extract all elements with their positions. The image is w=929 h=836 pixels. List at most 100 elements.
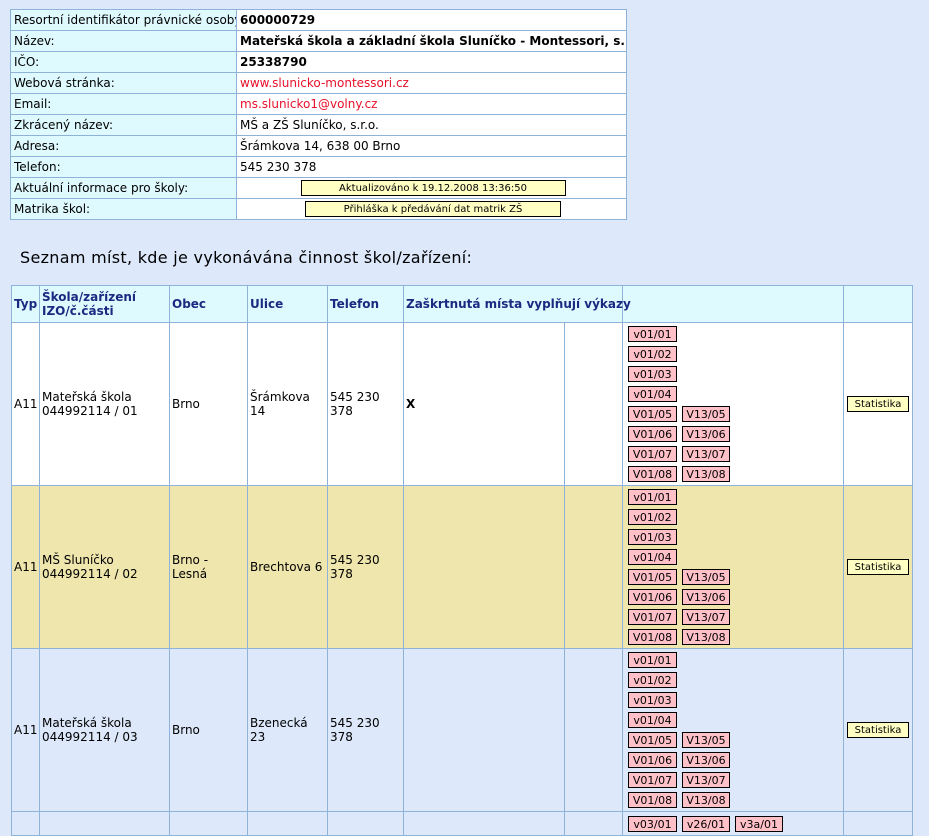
site-mark [403, 485, 565, 649]
report-form-button[interactable]: V01/08 [628, 792, 677, 808]
col-skola-line1: Škola/zařízení [42, 290, 137, 304]
info-label: Název: [10, 30, 237, 52]
report-form-button[interactable]: V13/08 [682, 466, 730, 482]
report-form-button[interactable]: v01/04 [628, 712, 677, 728]
updated-info-button[interactable]: Aktualizováno k 19.12.2008 13:36:50 [300, 180, 566, 196]
sites-table: Typ Škola/zařízení IZO/č.části Obec Ulic… [11, 285, 913, 836]
info-label: Email: [10, 93, 237, 115]
site-izo: 044992114 / 03 [42, 730, 138, 744]
info-row: Aktuální informace pro školy: Aktualizová… [10, 177, 627, 199]
report-form-button[interactable]: v01/02 [628, 346, 677, 362]
site-ulice: Bzenecká 23 [247, 648, 328, 812]
report-form-button[interactable]: v3a/01 [735, 816, 783, 832]
report-form-button[interactable]: V01/07 [628, 609, 677, 625]
registry-application-button[interactable]: Přihláška k předávání dat matrik ZŠ [305, 201, 561, 217]
report-form-button[interactable]: V13/05 [682, 732, 730, 748]
site-obec: Brno [169, 648, 248, 812]
statistika-button[interactable]: Statistika [847, 559, 909, 575]
info-value: Mateřská škola a základní škola Sluníčko… [240, 34, 627, 48]
info-row: Email: ms.slunicko1@volny.cz [10, 93, 627, 115]
site-school-name: Mateřská škola [42, 716, 132, 730]
report-form-button[interactable]: V01/08 [628, 629, 677, 645]
report-form-button[interactable]: V01/07 [628, 772, 677, 788]
report-form-button[interactable]: v01/03 [628, 529, 677, 545]
info-value: MŠ a ZŠ Sluníčko, s.r.o. [240, 118, 379, 132]
site-forms: v01/01 v01/02 v01/03 v01/04 V01/05 V13/05 V01/… [622, 648, 844, 812]
report-form-button[interactable]: V13/05 [682, 406, 730, 422]
report-form-button[interactable]: V01/05 [628, 569, 677, 585]
report-form-button[interactable]: V01/06 [628, 589, 677, 605]
site-school: Mateřská škola 044992114 / 01 [39, 322, 170, 486]
col-typ: Typ [11, 285, 40, 323]
report-form-button[interactable]: v01/03 [628, 692, 677, 708]
report-form-button[interactable]: V13/07 [682, 772, 730, 788]
site-school: MŠ Sluníčko 044992114 / 02 [39, 485, 170, 649]
col-skola: Škola/zařízení IZO/č.části [39, 285, 170, 323]
report-form-button[interactable]: V13/06 [682, 752, 730, 768]
report-form-button[interactable]: v01/04 [628, 549, 677, 565]
report-form-button[interactable]: V13/07 [682, 446, 730, 462]
report-form-button[interactable]: V01/07 [628, 446, 677, 462]
info-label: Resortní identifikátor právnické osoby: [10, 9, 237, 31]
report-form-button[interactable]: V13/08 [682, 629, 730, 645]
report-form-button[interactable]: v01/01 [628, 326, 677, 342]
site-empty-cell [564, 648, 623, 812]
statistika-button[interactable]: Statistika [847, 396, 909, 412]
site-stat-cell: Statistika [843, 648, 913, 812]
info-row: IČO: 25338790 [10, 51, 627, 73]
report-form-button[interactable]: V01/05 [628, 732, 677, 748]
info-label: Telefon: [10, 156, 237, 178]
report-form-button[interactable]: V01/06 [628, 426, 677, 442]
report-form-button[interactable]: v01/02 [628, 672, 677, 688]
info-row: Matrika škol: Přihláška k předávání dat m… [10, 198, 627, 220]
report-form-button[interactable]: V01/05 [628, 406, 677, 422]
report-form-button[interactable]: v01/01 [628, 489, 677, 505]
site-typ: A11 [11, 322, 40, 486]
info-value-cell: Mateřská škola a základní škola Sluníčko… [236, 30, 627, 52]
info-row: Resortní identifikátor právnické osoby: 6… [10, 9, 627, 31]
site-obec: Brno - Lesná [169, 485, 248, 649]
organization-info-table: Resortní identifikátor právnické osoby: 6… [10, 9, 627, 220]
site-ulice: Brechtova 6 [247, 485, 328, 649]
report-form-button[interactable]: v26/01 [682, 816, 730, 832]
site-empty-cell [564, 322, 623, 486]
site-telefon: 545 230 378 [327, 648, 404, 812]
report-form-button[interactable]: V01/06 [628, 752, 677, 768]
info-value: Šrámkova 14, 638 00 Brno [240, 139, 401, 153]
report-form-button[interactable]: V01/08 [628, 466, 677, 482]
report-form-button[interactable]: V13/07 [682, 609, 730, 625]
statistika-button[interactable]: Statistika [847, 722, 909, 738]
info-value: 545 230 378 [240, 160, 317, 174]
info-value-cell: Aktualizováno k 19.12.2008 13:36:50 [236, 177, 627, 199]
info-row: Název: Mateřská škola a základní škola Sl… [10, 30, 627, 52]
report-form-button[interactable]: V13/05 [682, 569, 730, 585]
report-form-button[interactable]: v03/01 [628, 816, 677, 832]
site-school-name: Mateřská škola [42, 390, 132, 404]
table-row: A11 MŠ Sluníčko 044992114 / 02 Brno - Lesná… [11, 485, 913, 649]
info-value-cell: www.slunicko-montessori.cz [236, 72, 627, 94]
col-skola-line2: IZO/č.části [42, 304, 114, 318]
site-forms: v01/01 v01/02 v01/03 v01/04 V01/05 V13/05 V01/… [622, 485, 844, 649]
report-form-button[interactable]: v01/01 [628, 652, 677, 668]
col-zaskrtnuta: Zaškrtnutá místa vyplňují výkazy [403, 285, 631, 323]
info-label: Aktuální informace pro školy: [10, 177, 237, 199]
info-value-cell: 25338790 [236, 51, 627, 73]
website-link[interactable]: www.slunicko-montessori.cz [240, 76, 409, 90]
report-form-button[interactable]: v01/04 [628, 386, 677, 402]
report-form-button[interactable]: V13/08 [682, 792, 730, 808]
site-stat-cell: Statistika [843, 322, 913, 486]
info-row: Webová stránka: www.slunicko-montessori.c… [10, 72, 627, 94]
info-value-cell: 600000729 [236, 9, 627, 31]
email-link[interactable]: ms.slunicko1@volny.cz [240, 97, 377, 111]
site-school: Mateřská škola 044992114 / 03 [39, 648, 170, 812]
site-izo: 044992114 / 01 [42, 404, 138, 418]
report-form-button[interactable]: v01/02 [628, 509, 677, 525]
report-form-button[interactable]: V13/06 [682, 426, 730, 442]
info-value-cell: ms.slunicko1@volny.cz [236, 93, 627, 115]
site-empty-cell [564, 485, 623, 649]
report-form-button[interactable]: v01/03 [628, 366, 677, 382]
table-row: A11 Mateřská škola 044992114 / 01 Brno Šrámk… [11, 322, 913, 486]
report-form-button[interactable]: V13/06 [682, 589, 730, 605]
info-label: Webová stránka: [10, 72, 237, 94]
col-obec: Obec [169, 285, 248, 323]
